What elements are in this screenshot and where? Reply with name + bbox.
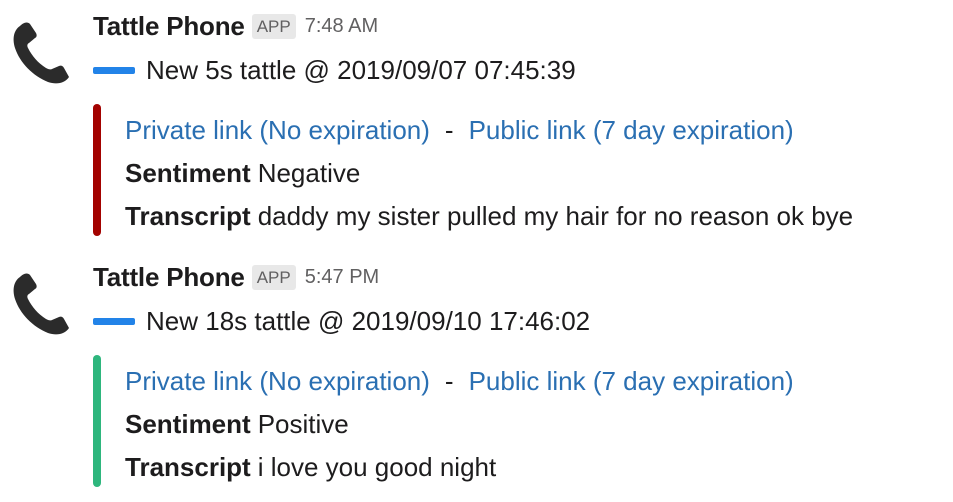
message-header: Tattle Phone APP 5:47 PM [93, 260, 379, 294]
message-title-text: New 5s tattle @ 2019/09/07 07:45:39 [146, 54, 576, 85]
message-title-text: New 18s tattle @ 2019/09/10 17:46:02 [146, 305, 591, 336]
transcript-field: Transcript daddy my sister pulled my hai… [125, 198, 853, 234]
sentiment-label: Sentiment [125, 408, 251, 439]
message-header: Tattle Phone APP 7:48 AM [93, 9, 378, 43]
link-separator: - [444, 365, 454, 396]
attachment-color-bar [93, 355, 101, 487]
sentiment-field: Sentiment Negative [125, 155, 360, 191]
transcript-label: Transcript [125, 200, 251, 231]
sender-name[interactable]: Tattle Phone [93, 262, 245, 293]
sentiment-field: Sentiment Positive [125, 406, 349, 442]
app-badge: APP [251, 264, 296, 290]
message-title: New 5s tattle @ 2019/09/07 07:45:39 [93, 52, 576, 88]
telephone-receiver-icon[interactable] [6, 269, 78, 341]
transcript-field: Transcript i love you good night [125, 449, 496, 485]
attachment-color-bar [93, 104, 101, 236]
transcript-value: daddy my sister pulled my hair for no re… [257, 200, 854, 231]
sentiment-value: Negative [257, 157, 361, 188]
message-timestamp[interactable]: 7:48 AM [305, 15, 378, 38]
public-link[interactable]: Public link (7 day expiration) [469, 366, 794, 397]
public-link[interactable]: Public link (7 day expiration) [469, 115, 794, 146]
attachment-links: Private link (No expiration) - Public li… [125, 112, 794, 148]
link-separator: - [444, 114, 454, 145]
sentiment-value: Positive [257, 408, 349, 439]
app-badge: APP [251, 13, 296, 39]
sentiment-label: Sentiment [125, 157, 251, 188]
message-timestamp[interactable]: 5:47 PM [305, 266, 379, 289]
sender-name[interactable]: Tattle Phone [93, 11, 245, 42]
telephone-receiver-icon[interactable] [6, 18, 78, 90]
private-link[interactable]: Private link (No expiration) [125, 366, 430, 397]
transcript-label: Transcript [125, 451, 251, 482]
transcript-value: i love you good night [257, 451, 497, 482]
blue-dash-icon [93, 66, 135, 74]
blue-dash-icon [93, 317, 135, 325]
message-title: New 18s tattle @ 2019/09/10 17:46:02 [93, 303, 590, 339]
private-link[interactable]: Private link (No expiration) [125, 115, 430, 146]
attachment-links: Private link (No expiration) - Public li… [125, 363, 794, 399]
